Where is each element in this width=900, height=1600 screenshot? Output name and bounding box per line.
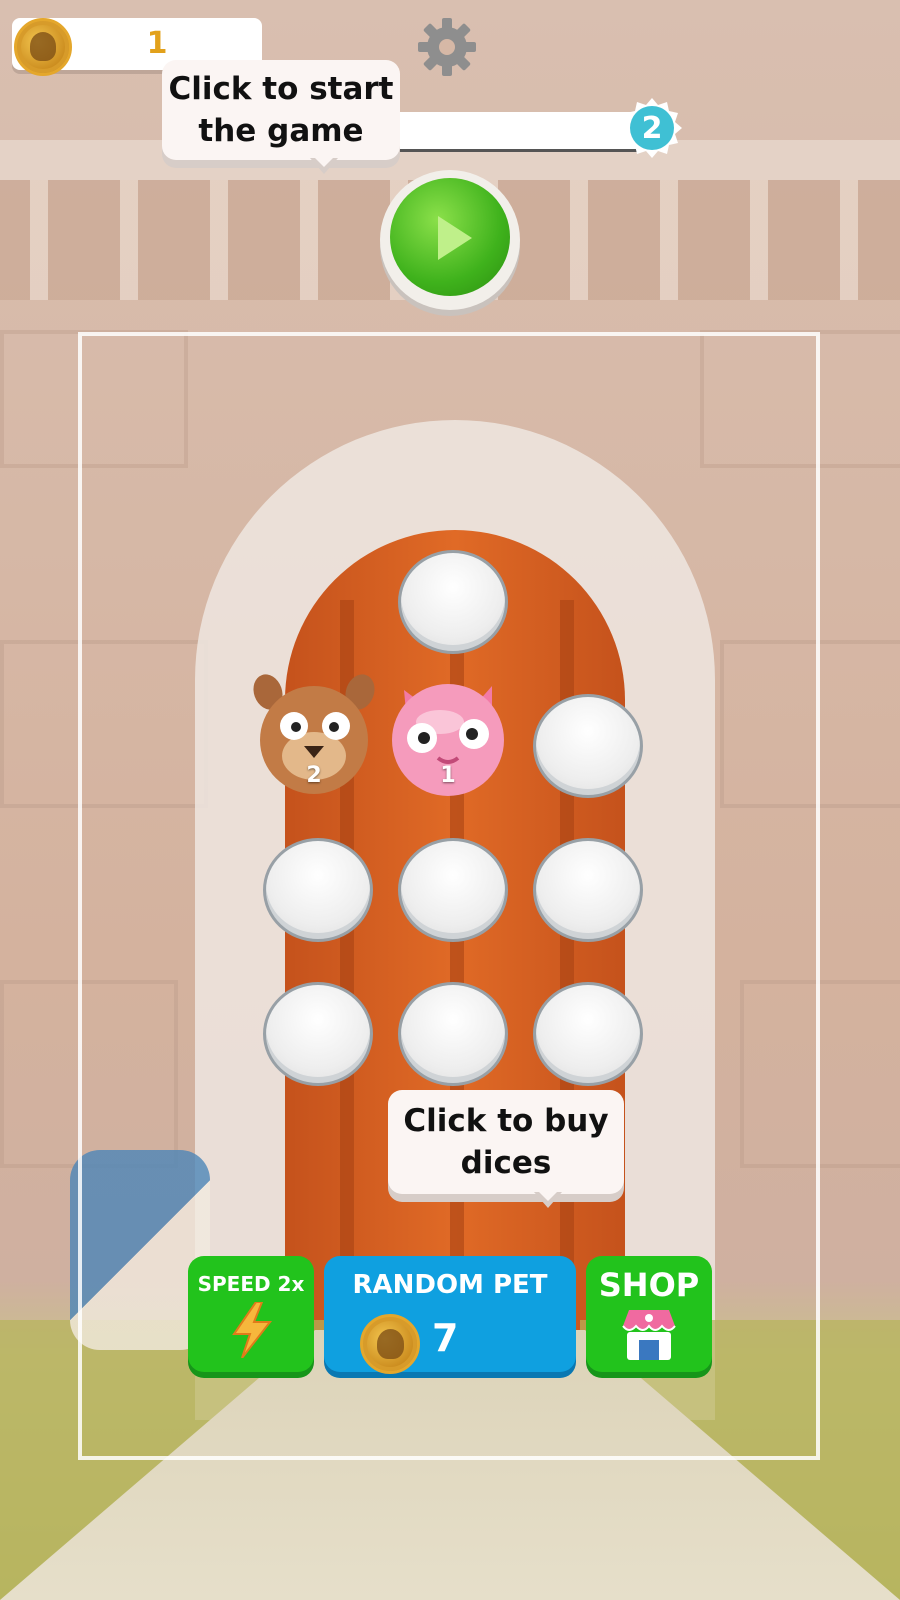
empty-slot[interactable] xyxy=(398,838,508,942)
speed-label: SPEED 2x xyxy=(197,1272,305,1296)
empty-slot[interactable] xyxy=(398,550,508,654)
random-pet-button[interactable]: RANDOM PET 7 xyxy=(324,1256,576,1374)
skull-coin-icon xyxy=(360,1314,420,1374)
pet-dog[interactable]: 2 xyxy=(252,672,376,796)
random-pet-label: RANDOM PET xyxy=(352,1270,548,1300)
random-pet-cost: 7 xyxy=(432,1316,459,1360)
lightning-icon xyxy=(232,1301,273,1359)
next-level-number: 2 xyxy=(641,110,663,146)
empty-slot[interactable] xyxy=(263,982,373,1086)
skull-coin-icon xyxy=(14,18,72,76)
empty-slot[interactable] xyxy=(263,838,373,942)
tooltip-line: dices xyxy=(460,1145,552,1181)
tooltip-line: Click to start xyxy=(168,71,394,107)
start-game-tooltip: Click to start the game xyxy=(162,60,400,174)
pet-pig[interactable]: 1 xyxy=(386,672,510,796)
empty-slot[interactable] xyxy=(533,694,643,798)
gear-icon[interactable] xyxy=(414,14,480,80)
empty-slot[interactable] xyxy=(398,982,508,1086)
speed-2x-button[interactable]: SPEED 2x xyxy=(188,1256,314,1372)
tooltip-line: Click to buy xyxy=(403,1103,609,1139)
empty-slot[interactable] xyxy=(533,838,643,942)
next-level-badge: 2 xyxy=(622,98,682,158)
pet-level: 2 xyxy=(306,763,322,788)
shop-icon xyxy=(622,1310,676,1360)
shop-label: SHOP xyxy=(598,1266,700,1304)
play-button[interactable] xyxy=(380,170,520,310)
tooltip-line: the game xyxy=(198,113,364,149)
play-icon xyxy=(438,216,472,260)
coin-count: 1 xyxy=(146,26,168,61)
pet-level: 1 xyxy=(440,763,456,788)
empty-slot[interactable] xyxy=(533,982,643,1086)
buy-dices-tooltip: Click to buy dices xyxy=(388,1090,624,1208)
shop-button[interactable]: SHOP xyxy=(586,1256,712,1372)
